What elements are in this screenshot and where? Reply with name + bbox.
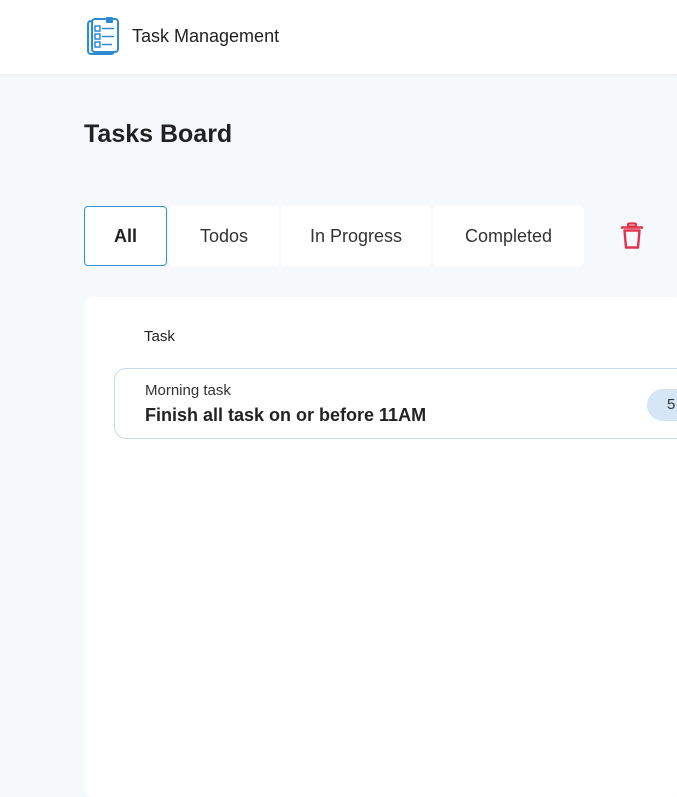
task-badge: 5 xyxy=(647,389,677,421)
tab-todos[interactable]: Todos xyxy=(169,206,279,266)
trash-icon[interactable] xyxy=(619,222,645,250)
task-title: Finish all task on or before 11AM xyxy=(145,405,427,425)
tab-in-progress[interactable]: In Progress xyxy=(281,206,431,266)
clipboard-checklist-icon xyxy=(87,17,119,55)
tab-completed[interactable]: Completed xyxy=(433,206,584,266)
top-navbar: Task Management xyxy=(0,0,677,74)
column-header-task: Task xyxy=(144,328,175,345)
app-title: Task Management xyxy=(132,26,280,46)
page-title: Tasks Board xyxy=(84,120,233,148)
task-card[interactable]: Morning task Finish all task on or befor… xyxy=(114,368,677,439)
task-subtitle: Morning task xyxy=(145,382,231,399)
status-tabs: All Todos In Progress Completed xyxy=(84,206,584,266)
tab-all[interactable]: All xyxy=(84,206,167,266)
